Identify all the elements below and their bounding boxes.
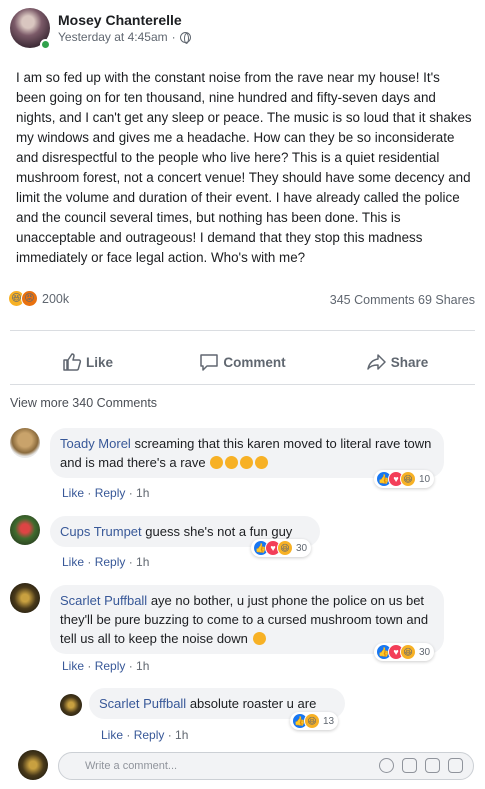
reply-author[interactable]: Scarlet Puffball	[99, 696, 186, 711]
comment-reactions[interactable]: 👍 ♥ 😆 30	[374, 643, 435, 661]
author-name[interactable]: Mosey Chanterelle	[58, 12, 182, 28]
eye-roll-emoji-icon	[252, 632, 266, 645]
angry-reaction-icon: 😡	[21, 290, 38, 307]
comment-reactions[interactable]: 👍 ♥ 😆 30	[251, 539, 312, 557]
comment-reply-link[interactable]: Reply	[95, 555, 126, 569]
camera-icon[interactable]	[402, 758, 417, 773]
comments-count[interactable]: 345 Comments	[330, 293, 415, 307]
post-body: I am so fed up with the constant noise f…	[16, 70, 472, 265]
post-timestamp[interactable]: Yesterday at 4:45am	[58, 30, 168, 44]
reply-reactions[interactable]: 👍 😆 13	[290, 712, 339, 730]
comment-time[interactable]: 1h	[136, 486, 149, 500]
post-header: Mosey Chanterelle Yesterday at 4:45am ·	[10, 8, 475, 52]
haha-reaction-icon: 😆	[277, 540, 293, 556]
like-label: Like	[85, 354, 113, 370]
reaction-count: 200k	[42, 291, 70, 306]
comment-reaction-count: 30	[296, 542, 308, 554]
view-more-comments-link[interactable]: View more 340 Comments	[10, 396, 157, 410]
comment-icon	[200, 354, 219, 371]
comment-reactions[interactable]: 👍 ♥ 😆 10	[374, 470, 435, 488]
comment-like-link[interactable]: Like	[62, 555, 84, 569]
composer-placeholder: Write a comment...	[85, 760, 178, 772]
comment-text: guess she's not a fun guy	[145, 524, 293, 539]
comment-author[interactable]: Toady Morel	[60, 436, 131, 451]
comment-reply-link[interactable]: Reply	[95, 659, 126, 673]
comment-avatar[interactable]	[10, 428, 40, 458]
reply-reply-link[interactable]: Reply	[134, 728, 165, 742]
composer-avatar	[18, 750, 48, 780]
reaction-summary[interactable]: 😆 😡 200k	[8, 290, 69, 307]
divider	[10, 384, 475, 385]
comment-avatar[interactable]	[10, 515, 40, 545]
divider	[10, 330, 475, 331]
share-label: Share	[390, 354, 429, 370]
post-meta: Yesterday at 4:45am ·	[58, 30, 191, 44]
composer-tools	[379, 758, 463, 773]
laughing-emoji-icon	[225, 456, 239, 469]
like-button[interactable]: Like	[10, 340, 165, 384]
share-button[interactable]: Share	[320, 340, 475, 384]
laughing-emoji-icon	[255, 456, 269, 469]
gif-icon[interactable]	[425, 758, 440, 773]
globe-icon	[179, 31, 191, 44]
comment-reply-link[interactable]: Reply	[95, 486, 126, 500]
reply-reaction-count: 13	[323, 715, 335, 727]
haha-reaction-icon: 😆	[304, 713, 320, 729]
comment-reaction-count: 30	[419, 646, 431, 658]
comment-like-link[interactable]: Like	[62, 659, 84, 673]
comment-like-link[interactable]: Like	[62, 486, 84, 500]
comment-actions: Like · Reply · 1h	[62, 659, 150, 673]
reply-actions: Like · Reply · 1h	[101, 728, 189, 742]
reply-avatar[interactable]	[60, 694, 82, 716]
haha-reaction-icon: 😆	[400, 471, 416, 487]
comment-button[interactable]: Comment	[165, 340, 320, 384]
haha-reaction-icon: 😆	[400, 644, 416, 660]
comment-author[interactable]: Scarlet Puffball	[60, 593, 147, 608]
comment-time[interactable]: 1h	[136, 659, 149, 673]
emoji-icon[interactable]	[379, 758, 394, 773]
comment-actions: Like · Reply · 1h	[62, 555, 150, 569]
thumbs-up-icon	[63, 353, 82, 371]
comment-time[interactable]: 1h	[136, 555, 149, 569]
reply-like-link[interactable]: Like	[101, 728, 123, 742]
comment-composer[interactable]: Write a comment...	[58, 752, 474, 780]
share-icon	[366, 354, 386, 370]
comment-label: Comment	[223, 354, 286, 370]
post-stats: 😆 😡 200k 345 Comments 69 Shares	[8, 290, 475, 310]
laughing-emoji-icon	[210, 456, 224, 469]
sticker-icon[interactable]	[448, 758, 463, 773]
shares-count[interactable]: 69 Shares	[418, 293, 475, 307]
laughing-emoji-icon	[240, 456, 254, 469]
comment-avatar[interactable]	[10, 583, 40, 613]
comment-author[interactable]: Cups Trumpet	[60, 524, 142, 539]
comment-actions: Like · Reply · 1h	[62, 486, 150, 500]
comment-reaction-count: 10	[419, 473, 431, 485]
reply-time[interactable]: 1h	[175, 728, 188, 742]
post-actions: Like Comment Share	[10, 340, 475, 384]
reply-text: absolute roaster u are	[189, 696, 317, 711]
online-status-dot	[40, 39, 51, 50]
